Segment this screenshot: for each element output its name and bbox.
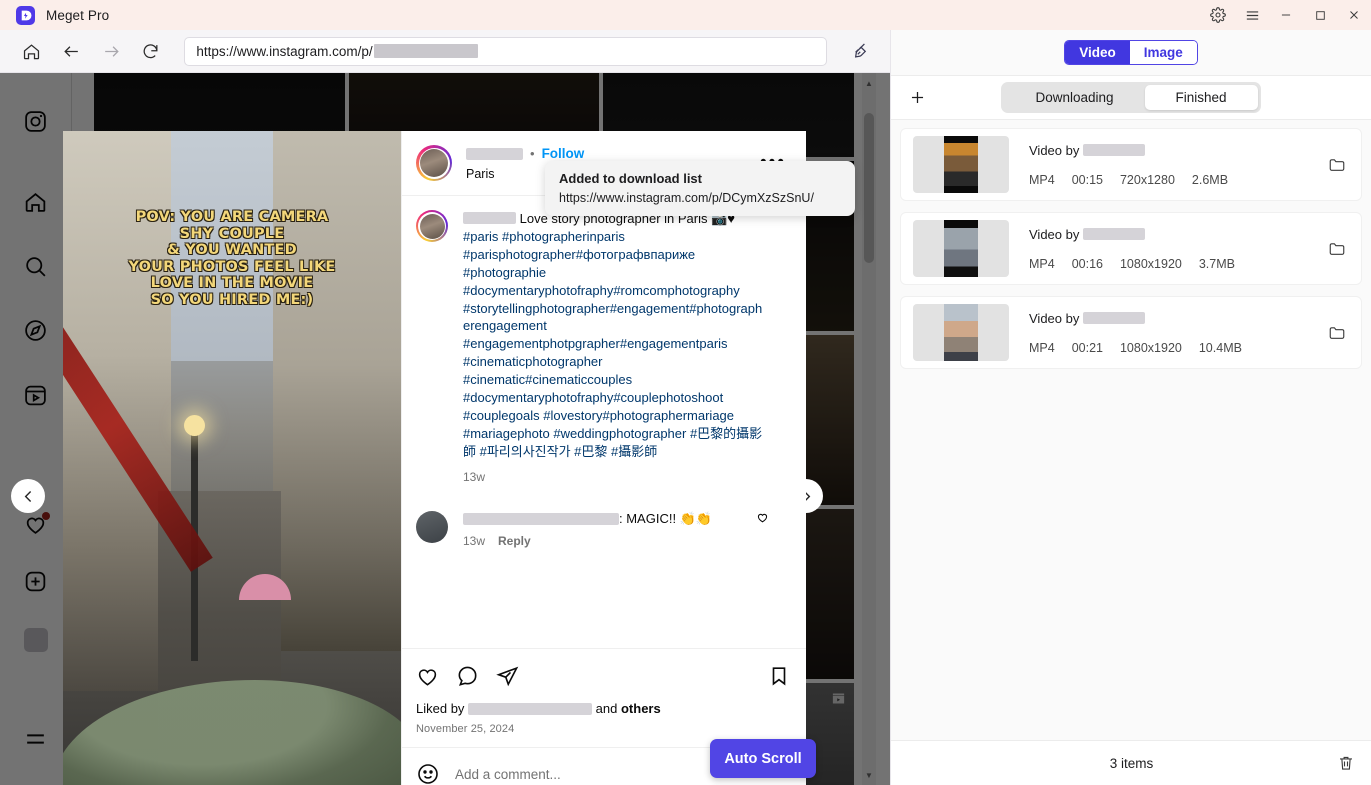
downloads-list: Video by MP4 00:15 720x1280 2.6MB Video … <box>891 120 1371 735</box>
download-item[interactable]: Video by MP4 00:21 1080x1920 10.4MB <box>900 296 1362 369</box>
likes-prefix: Liked by <box>416 701 465 716</box>
share-icon[interactable] <box>496 665 519 688</box>
caption-row: Love story photographer in Paris 📷♥ #par… <box>416 210 792 487</box>
author-avatar[interactable] <box>416 145 452 181</box>
item-format: MP4 <box>1029 172 1055 187</box>
minimize-icon[interactable] <box>1269 0 1303 30</box>
item-author-redacted <box>1082 144 1145 156</box>
item-format: MP4 <box>1029 256 1055 271</box>
item-duration: 00:16 <box>1071 256 1103 271</box>
comment-icon[interactable] <box>456 665 479 688</box>
item-thumbnail <box>913 304 1009 361</box>
gear-icon[interactable] <box>1201 0 1235 30</box>
comment-reply-button[interactable]: Reply <box>498 534 531 548</box>
toggle-video[interactable]: Video <box>1065 41 1130 64</box>
author-username-redacted <box>466 147 523 160</box>
title-bar: Meget Pro <box>0 0 1371 30</box>
maximize-icon[interactable] <box>1303 0 1337 30</box>
downloads-footer: 3 items <box>891 740 1371 785</box>
media-type-toggle: Video Image <box>891 30 1371 75</box>
folder-icon[interactable] <box>1328 240 1349 258</box>
close-icon[interactable] <box>1337 0 1371 30</box>
folder-icon[interactable] <box>1328 156 1349 174</box>
item-resolution: 1080x1920 <box>1119 256 1182 271</box>
comment-text: : MAGIC!! 👏👏 <box>619 510 713 526</box>
post-media[interactable]: POV: YOU ARE CAMERA SHY COUPLE & YOU WAN… <box>63 131 401 785</box>
broom-icon[interactable] <box>843 36 874 67</box>
toast-title: Added to download list <box>559 171 702 186</box>
save-icon[interactable] <box>768 665 790 687</box>
liker-username-redacted <box>468 702 593 715</box>
item-duration: 00:15 <box>1071 172 1103 187</box>
app-logo-icon <box>16 5 35 25</box>
item-thumbnail <box>913 136 1009 193</box>
caption-hashtags[interactable]: #paris #photographerinparis #parisphotog… <box>463 229 762 459</box>
media-overlay-text: POV: YOU ARE CAMERA SHY COUPLE & YOU WAN… <box>128 209 336 308</box>
item-resolution: 1080x1920 <box>1119 340 1182 355</box>
item-resolution: 720x1280 <box>1119 172 1175 187</box>
carousel-prev-button[interactable] <box>11 479 45 513</box>
comment-like-icon[interactable] <box>756 511 769 527</box>
comment-input-placeholder[interactable]: Add a comment... <box>455 767 561 782</box>
auto-scroll-button[interactable]: Auto Scroll <box>710 739 816 778</box>
reload-icon[interactable] <box>135 36 166 67</box>
likes-suffix-text: and <box>595 701 621 716</box>
plus-icon[interactable] <box>908 88 927 107</box>
redacted-url-segment <box>373 44 478 58</box>
emoji-icon[interactable] <box>416 762 440 785</box>
item-duration: 00:21 <box>1071 340 1103 355</box>
likes-others-label[interactable]: others <box>621 701 661 716</box>
download-item[interactable]: Video by MP4 00:15 720x1280 2.6MB <box>900 128 1362 201</box>
item-thumbnail <box>913 220 1009 277</box>
item-author-redacted <box>1082 312 1145 324</box>
downloads-tabs-bar: Downloading Finished <box>891 75 1371 120</box>
item-title-prefix: Video by <box>1029 310 1080 326</box>
caption-timestamp: 13w <box>463 469 486 484</box>
web-content: ▲ ▼ <box>0 73 890 785</box>
post-date: November 25, 2024 <box>416 723 515 735</box>
back-icon[interactable] <box>56 36 87 67</box>
items-count: 3 items <box>1109 755 1154 771</box>
post-action-bar: Liked by and and othersothers November 2… <box>402 648 806 735</box>
follow-button[interactable]: Follow <box>542 146 585 161</box>
commenter-avatar[interactable] <box>416 510 448 543</box>
item-author-redacted <box>1082 228 1145 240</box>
home-icon[interactable] <box>16 36 47 67</box>
item-format: MP4 <box>1029 340 1055 355</box>
caption-username-redacted <box>463 212 516 224</box>
folder-icon[interactable] <box>1328 324 1349 342</box>
trash-icon[interactable] <box>1337 754 1355 772</box>
separator-dot: • <box>530 146 535 161</box>
browser-toolbar: https://www.instagram.com/p/ <box>0 30 890 73</box>
item-size: 10.4MB <box>1198 340 1242 355</box>
comment-item: : MAGIC!! 👏👏 13w Reply <box>416 510 792 548</box>
window-controls <box>1201 0 1371 30</box>
toast-notification: Added to download list https://www.insta… <box>545 161 855 216</box>
caption-avatar[interactable] <box>416 210 448 242</box>
downloads-panel: Video Image Downloading Finished Video b… <box>890 30 1371 785</box>
forward-icon[interactable] <box>96 36 127 67</box>
post-details: • Follow Paris ••• Love story photograph… <box>401 131 806 785</box>
post-caption-area: Love story photographer in Paris 📷♥ #par… <box>402 196 806 648</box>
tab-finished[interactable]: Finished <box>1144 85 1258 110</box>
toggle-image[interactable]: Image <box>1129 41 1197 64</box>
commenter-username-redacted <box>463 512 619 525</box>
likes-row: Liked by and and othersothers <box>416 701 792 716</box>
item-title-prefix: Video by <box>1029 142 1080 158</box>
menu-icon[interactable] <box>1235 0 1269 30</box>
address-bar[interactable]: https://www.instagram.com/p/ <box>184 36 827 66</box>
like-icon[interactable] <box>416 665 439 688</box>
tab-downloading[interactable]: Downloading <box>1004 85 1144 110</box>
download-item[interactable]: Video by MP4 00:16 1080x1920 3.7MB <box>900 212 1362 285</box>
item-title-prefix: Video by <box>1029 226 1080 242</box>
item-size: 2.6MB <box>1191 172 1229 187</box>
comment-timestamp: 13w <box>463 533 486 548</box>
app-title: Meget Pro <box>46 7 110 23</box>
post-modal: POV: YOU ARE CAMERA SHY COUPLE & YOU WAN… <box>63 131 806 785</box>
item-size: 3.7MB <box>1198 256 1235 271</box>
caption-text: Love story photographer in Paris 📷♥ #par… <box>463 210 769 487</box>
toast-url: https://www.instagram.com/p/DCymXzSzSnU/ <box>559 191 814 205</box>
address-bar-text: https://www.instagram.com/p/ <box>196 43 373 59</box>
